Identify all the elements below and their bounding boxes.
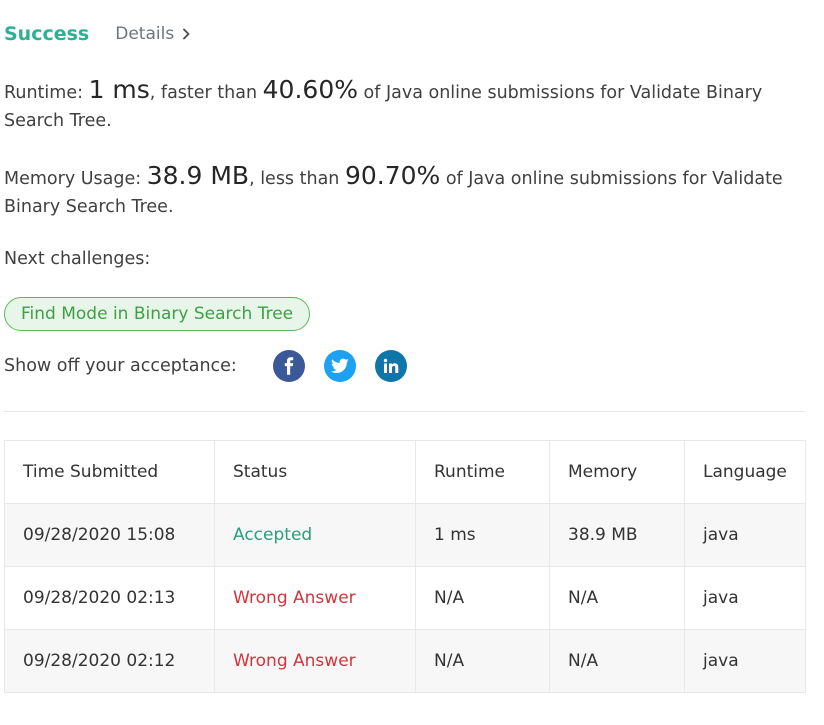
runtime-value: 1 ms xyxy=(88,75,150,104)
table-row: 09/28/2020 02:12 Wrong Answer N/A N/A ja… xyxy=(4,629,806,693)
cell-language: java xyxy=(684,503,806,567)
header-status[interactable]: Status xyxy=(214,440,416,504)
header-time-submitted[interactable]: Time Submitted xyxy=(4,440,215,504)
memory-percent: 90.70% xyxy=(344,161,441,190)
cell-status-link[interactable]: Wrong Answer xyxy=(214,629,416,693)
cell-memory: 38.9 MB xyxy=(549,503,685,567)
cell-runtime: 1 ms xyxy=(415,503,550,567)
memory-value: 38.9 MB xyxy=(146,161,250,190)
cell-language: java xyxy=(684,629,806,693)
chevron-right-icon xyxy=(182,28,190,40)
memory-label: Memory Usage: xyxy=(4,169,147,189)
details-link[interactable]: Details xyxy=(115,24,190,44)
memory-mid: , less than xyxy=(249,169,345,189)
cell-runtime: N/A xyxy=(415,629,550,693)
status-title: Success xyxy=(4,23,90,45)
section-divider xyxy=(4,411,805,412)
cell-memory: N/A xyxy=(549,566,685,630)
details-label: Details xyxy=(115,24,175,44)
cell-language: java xyxy=(684,566,806,630)
cell-time: 09/28/2020 02:12 xyxy=(4,629,215,693)
next-challenges-label: Next challenges: xyxy=(4,249,151,269)
cell-time: 09/28/2020 02:13 xyxy=(4,566,215,630)
runtime-summary: Runtime: 1 ms, faster than 40.60% of Jav… xyxy=(4,76,804,135)
header-language[interactable]: Language xyxy=(684,440,806,504)
cell-status-link[interactable]: Accepted xyxy=(214,503,416,567)
submissions-table: Time Submitted Status Runtime Memory Lan… xyxy=(4,440,806,693)
header-memory[interactable]: Memory xyxy=(549,440,685,504)
share-label: Show off your acceptance: xyxy=(4,356,237,376)
cell-memory: N/A xyxy=(549,629,685,693)
challenge-find-mode-button[interactable]: Find Mode in Binary Search Tree xyxy=(4,297,311,331)
result-header: Success Details xyxy=(4,18,190,50)
table-row: 09/28/2020 02:13 Wrong Answer N/A N/A ja… xyxy=(4,566,806,630)
facebook-icon[interactable] xyxy=(272,350,305,382)
header-runtime[interactable]: Runtime xyxy=(415,440,550,504)
linkedin-icon[interactable] xyxy=(374,350,407,382)
cell-status-link[interactable]: Wrong Answer xyxy=(214,566,416,630)
table-row: 09/28/2020 15:08 Accepted 1 ms 38.9 MB j… xyxy=(4,503,806,567)
runtime-percent: 40.60% xyxy=(262,75,358,104)
cell-runtime: N/A xyxy=(415,566,550,630)
runtime-mid: , faster than xyxy=(149,83,263,103)
twitter-icon[interactable] xyxy=(323,350,356,382)
cell-time: 09/28/2020 15:08 xyxy=(4,503,215,567)
table-header-row: Time Submitted Status Runtime Memory Lan… xyxy=(4,440,806,504)
share-row: Show off your acceptance: xyxy=(4,349,426,383)
runtime-label: Runtime: xyxy=(4,83,89,103)
memory-summary: Memory Usage: 38.9 MB, less than 90.70% … xyxy=(4,162,804,221)
